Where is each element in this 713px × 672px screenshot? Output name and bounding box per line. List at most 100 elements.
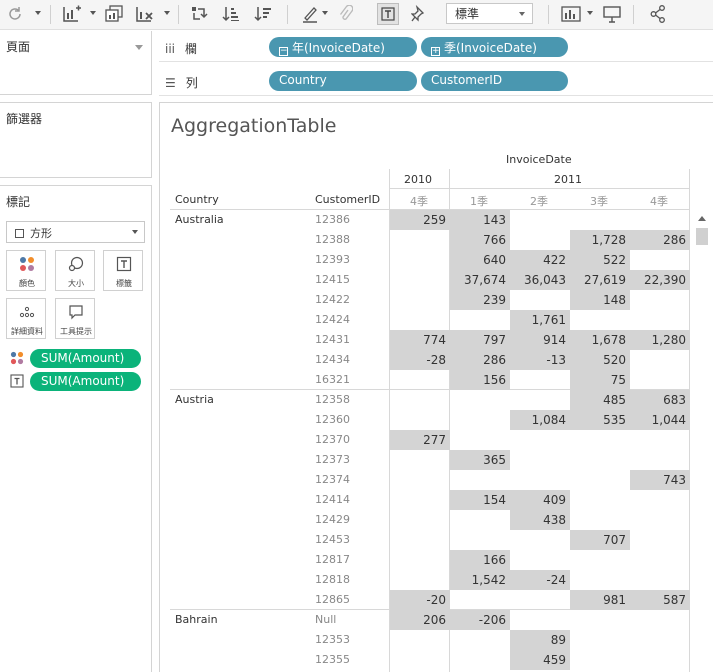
customerid-row-header[interactable]: 12422 (315, 293, 350, 306)
show-mark-labels-icon[interactable] (377, 3, 399, 25)
data-cell[interactable]: 277 (390, 430, 450, 450)
customerid-column-header[interactable]: CustomerID (315, 193, 380, 206)
new-worksheet-caret-icon[interactable] (90, 11, 96, 15)
pages-shelf[interactable]: 頁面 (0, 31, 152, 95)
customerid-row-header[interactable]: Null (315, 613, 336, 626)
customerid-row-header[interactable]: 12374 (315, 473, 350, 486)
data-cell[interactable]: 166 (450, 550, 510, 570)
data-cell[interactable]: 22,390 (630, 270, 690, 290)
year-header-2011[interactable]: 2011 (554, 173, 582, 186)
data-cell[interactable]: -24 (510, 570, 570, 590)
scroll-thumb[interactable] (696, 228, 708, 245)
data-cell[interactable]: 154 (450, 490, 510, 510)
data-cell[interactable]: 206 (390, 610, 450, 630)
customerid-row-header[interactable]: 12453 (315, 533, 350, 546)
data-cell[interactable]: 286 (630, 230, 690, 250)
data-cell[interactable]: -20 (390, 590, 450, 610)
customerid-row-header[interactable]: 12415 (315, 273, 350, 286)
customerid-row-header[interactable]: 12431 (315, 333, 350, 346)
customerid-row-header[interactable]: 12388 (315, 233, 350, 246)
pin-icon[interactable] (410, 4, 428, 24)
data-cell[interactable]: 1,084 (510, 410, 570, 430)
data-cell[interactable]: 286 (450, 350, 510, 370)
customerid-row-header[interactable]: 16321 (315, 373, 350, 386)
tooltip-button[interactable]: 工具提示 (55, 298, 95, 339)
data-cell[interactable]: 259 (390, 210, 450, 230)
data-cell[interactable]: -13 (510, 350, 570, 370)
detail-button[interactable]: 詳細資料 (6, 298, 46, 339)
vertical-scrollbar[interactable] (692, 211, 712, 672)
quarter-header[interactable]: 4季 (389, 193, 449, 209)
fit-dropdown[interactable]: 標準 (446, 3, 533, 24)
customerid-row-header[interactable]: 12355 (315, 653, 350, 666)
refresh-icon[interactable] (6, 4, 24, 24)
customerid-row-header[interactable]: 12353 (315, 633, 350, 646)
quarter-header[interactable]: 4季 (629, 193, 689, 209)
customerid-row-header[interactable]: 12373 (315, 453, 350, 466)
group-paperclip-icon[interactable] (336, 4, 354, 24)
data-cell[interactable]: 914 (510, 330, 570, 350)
customerid-row-header[interactable]: 12434 (315, 353, 350, 366)
quarter-invoicedate-pill[interactable]: + 季(InvoiceDate) (421, 37, 568, 57)
customerid-row-header[interactable]: 12386 (315, 213, 350, 226)
data-cell[interactable]: 1,280 (630, 330, 690, 350)
data-cell[interactable]: 89 (510, 630, 570, 650)
data-cell[interactable]: 640 (450, 250, 510, 270)
show-me-icon[interactable] (560, 4, 582, 24)
data-cell[interactable]: -28 (390, 350, 450, 370)
data-cell[interactable]: 707 (570, 530, 630, 550)
data-cell[interactable]: -206 (450, 610, 510, 630)
mark-type-dropdown[interactable]: 方形 (6, 221, 145, 243)
data-cell[interactable]: 797 (450, 330, 510, 350)
sort-descending-icon[interactable] (253, 4, 273, 24)
highlight-caret-icon[interactable] (322, 11, 328, 15)
country-pill[interactable]: Country (269, 71, 417, 91)
data-cell[interactable]: 438 (510, 510, 570, 530)
quarter-header[interactable]: 2季 (509, 193, 569, 209)
country-column-header[interactable]: Country (175, 193, 219, 206)
data-cell[interactable]: 75 (570, 370, 630, 390)
country-row-header[interactable]: Australia (175, 213, 224, 226)
data-cell[interactable]: 981 (570, 590, 630, 610)
customerid-row-header[interactable]: 12358 (315, 393, 350, 406)
year-header-2010[interactable]: 2010 (404, 173, 432, 186)
data-cell[interactable]: 587 (630, 590, 690, 610)
data-cell[interactable]: 156 (450, 370, 510, 390)
columns-shelf[interactable]: iii 欄 − 年(InvoiceDate) + 季(InvoiceDate) (159, 33, 713, 62)
data-cell[interactable]: 422 (510, 250, 570, 270)
data-cell[interactable]: 1,728 (570, 230, 630, 250)
data-cell[interactable]: 37,674 (450, 270, 510, 290)
sort-ascending-icon[interactable] (221, 4, 241, 24)
swap-rows-columns-icon[interactable] (189, 4, 209, 24)
data-cell[interactable]: 683 (630, 390, 690, 410)
country-row-header[interactable]: Austria (175, 393, 214, 406)
data-cell[interactable]: 1,542 (450, 570, 510, 590)
customerid-row-header[interactable]: 12393 (315, 253, 350, 266)
show-me-caret-icon[interactable] (587, 11, 593, 15)
data-cell[interactable]: 365 (450, 450, 510, 470)
customerid-row-header[interactable]: 12818 (315, 573, 350, 586)
data-cell[interactable]: 459 (510, 650, 570, 670)
color-button[interactable]: 顏色 (6, 250, 46, 291)
filters-shelf[interactable]: 篩選器 (0, 102, 152, 178)
data-cell[interactable]: 143 (450, 210, 510, 230)
refresh-dropdown-caret-icon[interactable] (35, 11, 41, 15)
label-button[interactable]: 標籤 (103, 250, 143, 291)
clear-sheet-icon[interactable] (134, 4, 156, 24)
customerid-row-header[interactable]: 12414 (315, 493, 350, 506)
quarter-header[interactable]: 3季 (569, 193, 629, 209)
duplicate-sheet-icon[interactable] (103, 4, 125, 24)
data-cell[interactable]: 520 (570, 350, 630, 370)
customerid-row-header[interactable]: 12370 (315, 433, 350, 446)
size-button[interactable]: 大小 (55, 250, 95, 291)
customerid-row-header[interactable]: 12360 (315, 413, 350, 426)
data-cell[interactable]: 36,043 (510, 270, 570, 290)
data-cell[interactable]: 27,619 (570, 270, 630, 290)
highlight-pen-icon[interactable] (300, 4, 320, 24)
rows-shelf[interactable]: ☰ 列 Country CustomerID (159, 67, 713, 96)
data-cell[interactable]: 766 (450, 230, 510, 250)
data-cell[interactable]: 522 (570, 250, 630, 270)
data-cell[interactable]: 485 (570, 390, 630, 410)
customerid-row-header[interactable]: 12429 (315, 513, 350, 526)
clear-sheet-caret-icon[interactable] (164, 11, 170, 15)
